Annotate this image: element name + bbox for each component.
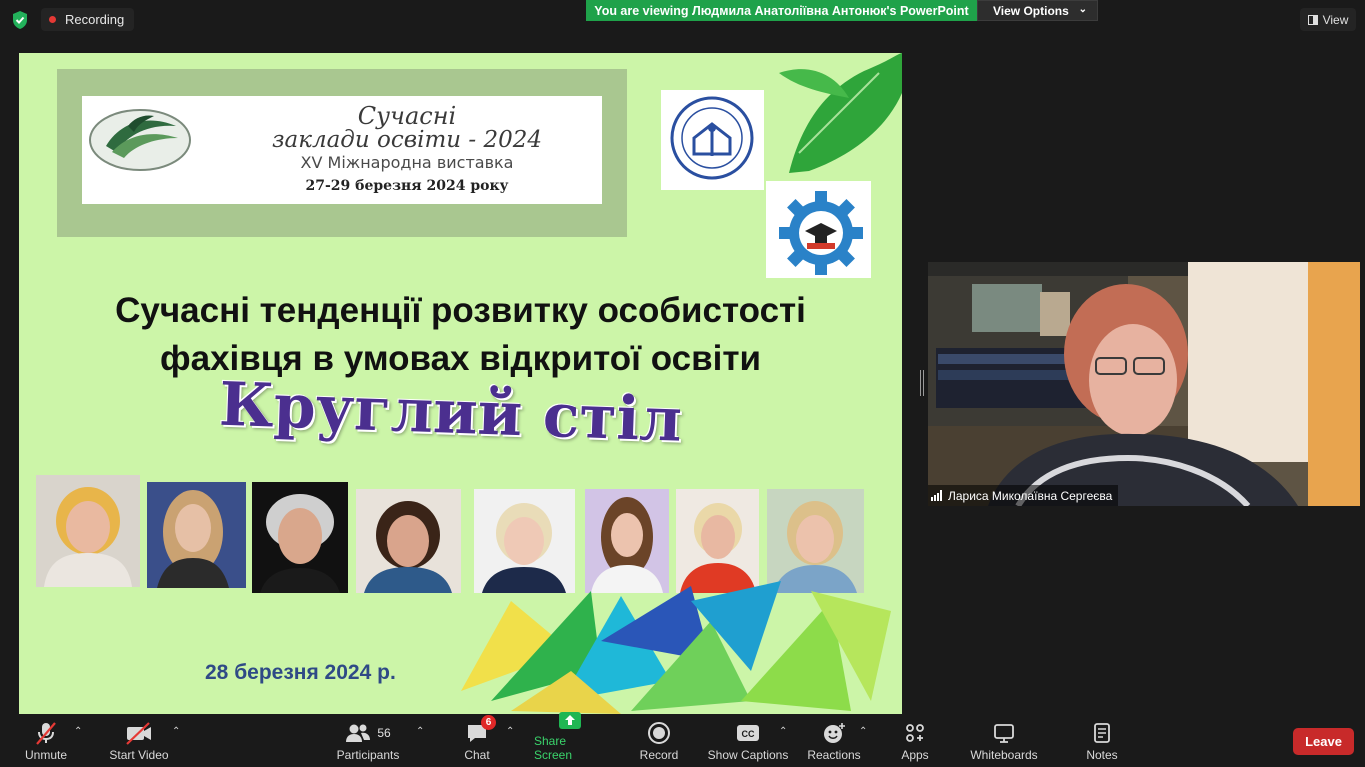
participants-options-caret-icon[interactable]: ⌃ bbox=[416, 726, 424, 737]
chat-icon: 6 bbox=[465, 715, 496, 746]
speaker-photo-7 bbox=[676, 489, 759, 593]
chat-unread-badge: 6 bbox=[481, 715, 496, 730]
chat-label: Chat bbox=[464, 748, 490, 762]
whiteboard-icon bbox=[992, 720, 1016, 746]
shared-screen-slide: Сучасні заклади освіти - 2024 XV Міжнаро… bbox=[19, 53, 902, 714]
view-options-label: View Options bbox=[993, 3, 1069, 18]
video-options-caret-icon[interactable]: ⌃ bbox=[172, 726, 180, 737]
notes-icon bbox=[1091, 720, 1113, 746]
apps-icon bbox=[903, 720, 927, 746]
participant-video-frame bbox=[928, 262, 1360, 506]
meeting-toolbar: Unmute ⌃ Start Video ⌃ 56 Participants ⌃… bbox=[0, 712, 1365, 767]
share-screen-icon bbox=[557, 710, 583, 732]
participants-label: Participants bbox=[336, 748, 400, 762]
slide-title-line-1: Сучасні тенденції розвитку особистості bbox=[115, 291, 806, 330]
apps-button[interactable]: Apps bbox=[898, 715, 932, 767]
banner-line-1: Сучасні bbox=[357, 102, 457, 130]
leave-button[interactable]: Leave bbox=[1293, 728, 1354, 755]
recording-label: Recording bbox=[65, 12, 125, 27]
banner-line-4: 27-29 березня 2024 року bbox=[305, 178, 509, 194]
camera-off-icon bbox=[124, 720, 154, 746]
closed-captions-icon: CC bbox=[735, 720, 761, 746]
chat-button[interactable]: 6 Chat bbox=[460, 715, 496, 767]
participants-icon: 56 bbox=[345, 720, 391, 746]
speaker-photo-2 bbox=[147, 482, 246, 588]
view-button[interactable]: View bbox=[1300, 8, 1356, 31]
participant-name-label: Лариса Миколаївна Сергеєва bbox=[928, 485, 1119, 506]
banner-line-3: XV Міжнародна виставка bbox=[300, 153, 514, 172]
reactions-label: Reactions bbox=[807, 748, 861, 762]
whiteboards-button[interactable]: Whiteboards bbox=[968, 715, 1040, 767]
record-label: Record bbox=[639, 748, 679, 762]
reactions-icon bbox=[821, 720, 847, 746]
security-shield-icon[interactable] bbox=[11, 10, 29, 30]
chevron-down-icon: ⌄ bbox=[1078, 4, 1087, 15]
apps-label: Apps bbox=[901, 748, 929, 762]
layout-icon bbox=[1307, 14, 1318, 25]
recording-dot-icon bbox=[49, 16, 56, 23]
speaker-photo-1 bbox=[36, 475, 140, 587]
exhibition-banner-card: Сучасні заклади освіти - 2024 XV Міжнаро… bbox=[82, 96, 602, 204]
participants-button[interactable]: 56 Participants bbox=[334, 715, 402, 767]
show-captions-button[interactable]: CC Show Captions bbox=[706, 715, 790, 767]
recording-indicator[interactable]: Recording bbox=[41, 8, 135, 31]
view-options-button[interactable]: View Options ⌄ bbox=[977, 0, 1098, 21]
record-button[interactable]: Record bbox=[638, 715, 680, 767]
notes-label: Notes bbox=[1086, 748, 1118, 762]
show-captions-label: Show Captions bbox=[707, 748, 789, 762]
view-label: View bbox=[1322, 12, 1349, 27]
audio-options-caret-icon[interactable]: ⌃ bbox=[74, 726, 82, 737]
unmute-label: Unmute bbox=[24, 748, 68, 762]
viewing-share-banner: You are viewing Людмила Анатоліївна Анто… bbox=[586, 0, 977, 21]
banner-line-2: заклади освіти - 2024 bbox=[271, 127, 543, 153]
speaker-photo-8 bbox=[767, 489, 864, 593]
share-screen-button[interactable]: Share Screen bbox=[534, 712, 606, 767]
unmute-button[interactable]: Unmute bbox=[22, 715, 70, 767]
slide-date: 28 березня 2024 р. bbox=[205, 661, 396, 684]
speaker-photo-6 bbox=[585, 489, 669, 593]
reactions-options-caret-icon[interactable]: ⌃ bbox=[859, 726, 867, 737]
participant-name: Лариса Миколаївна Сергеєва bbox=[948, 488, 1113, 503]
whiteboards-label: Whiteboards bbox=[970, 748, 1038, 762]
speaker-photo-3 bbox=[252, 482, 348, 593]
signal-strength-icon bbox=[931, 490, 943, 501]
panel-resize-handle[interactable] bbox=[920, 370, 924, 396]
microphone-muted-icon bbox=[33, 720, 59, 746]
speaker-photo-5 bbox=[474, 489, 575, 593]
start-video-label: Start Video bbox=[109, 748, 169, 762]
university-seal-logo bbox=[661, 90, 764, 190]
chat-options-caret-icon[interactable]: ⌃ bbox=[506, 726, 514, 737]
captions-options-caret-icon[interactable]: ⌃ bbox=[779, 726, 787, 737]
reactions-button[interactable]: Reactions bbox=[806, 715, 862, 767]
speaker-photo-4 bbox=[356, 489, 461, 593]
green-leaf-decoration bbox=[779, 53, 902, 173]
svg-text:CC: CC bbox=[742, 729, 755, 739]
start-video-button[interactable]: Start Video bbox=[108, 715, 170, 767]
share-screen-label: Share Screen bbox=[534, 734, 573, 762]
participants-count: 56 bbox=[377, 726, 391, 740]
record-icon bbox=[647, 720, 671, 746]
department-gear-logo bbox=[766, 181, 871, 278]
exhibition-banner: Сучасні заклади освіти - 2024 XV Міжнаро… bbox=[57, 69, 627, 237]
colorful-shapes-decoration bbox=[461, 581, 891, 714]
participant-video-tile[interactable]: Лариса Миколаївна Сергеєва bbox=[928, 262, 1360, 506]
notes-button[interactable]: Notes bbox=[1082, 715, 1122, 767]
meeting-topbar: Recording You are viewing Людмила Анатол… bbox=[0, 0, 1365, 40]
